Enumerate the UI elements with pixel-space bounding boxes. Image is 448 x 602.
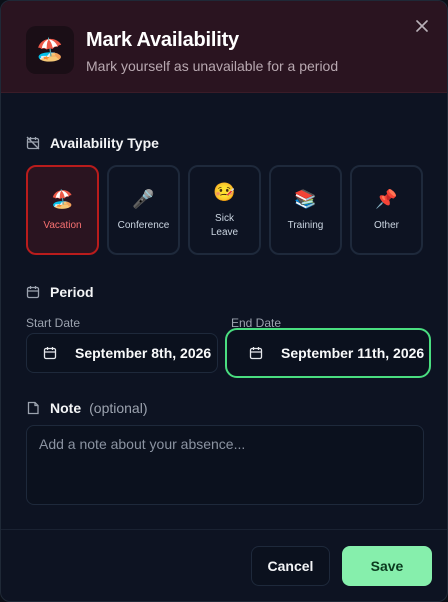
note-label: Note <box>50 400 82 416</box>
beach-umbrella-icon: 🏖️ <box>51 189 74 209</box>
availability-type-label: Availability Type <box>50 135 159 151</box>
end-date-value: September 11th, 2026 <box>281 345 425 361</box>
microphone-icon: 🎤 <box>132 189 155 209</box>
beach-umbrella-icon: 🏖️ <box>26 26 74 74</box>
type-option-sick-leave[interactable]: 🤒 Sick Leave <box>188 165 261 255</box>
dialog-subtitle: Mark yourself as unavailable for a perio… <box>86 58 339 74</box>
type-option-label: Sick Leave <box>210 213 239 238</box>
type-option-vacation[interactable]: 🏖️ Vacation <box>26 165 99 255</box>
type-option-conference[interactable]: 🎤 Conference <box>107 165 180 255</box>
calendar-icon <box>43 347 57 360</box>
close-icon <box>416 20 428 32</box>
availability-type-heading: Availability Type <box>26 135 159 151</box>
calendar-icon <box>26 286 40 299</box>
note-icon <box>27 401 39 415</box>
type-option-label: Vacation <box>43 220 82 231</box>
sick-face-icon: 🤒 <box>213 182 236 202</box>
type-option-label: Other <box>373 220 399 231</box>
type-option-training[interactable]: 📚 Training <box>269 165 342 255</box>
books-icon: 📚 <box>294 189 317 209</box>
end-date-picker[interactable]: September 11th, 2026 <box>225 328 431 378</box>
calendar-off-icon <box>26 136 40 150</box>
period-label: Period <box>50 284 94 300</box>
type-option-label: Training <box>287 220 324 231</box>
cancel-button[interactable]: Cancel <box>251 546 330 586</box>
calendar-icon <box>249 347 263 360</box>
start-date-label: Start Date <box>26 316 81 330</box>
note-optional-label: (optional) <box>89 400 148 416</box>
note-textarea[interactable] <box>26 425 424 505</box>
mark-availability-dialog: 🏖️ Mark Availability Mark yourself as un… <box>0 0 448 602</box>
period-heading: Period <box>26 284 94 300</box>
start-date-value: September 8th, 2026 <box>75 345 212 361</box>
close-button[interactable] <box>411 15 433 37</box>
dialog-header: 🏖️ Mark Availability Mark yourself as un… <box>1 1 447 93</box>
note-heading: Note (optional) <box>26 400 148 416</box>
dialog-title: Mark Availability <box>86 29 239 51</box>
type-option-other[interactable]: 📌 Other <box>350 165 423 255</box>
pushpin-icon: 📌 <box>375 189 398 209</box>
type-option-label: Conference <box>117 220 170 231</box>
start-date-picker[interactable]: September 8th, 2026 <box>26 333 218 373</box>
save-button[interactable]: Save <box>342 546 432 586</box>
footer-divider <box>1 529 447 530</box>
